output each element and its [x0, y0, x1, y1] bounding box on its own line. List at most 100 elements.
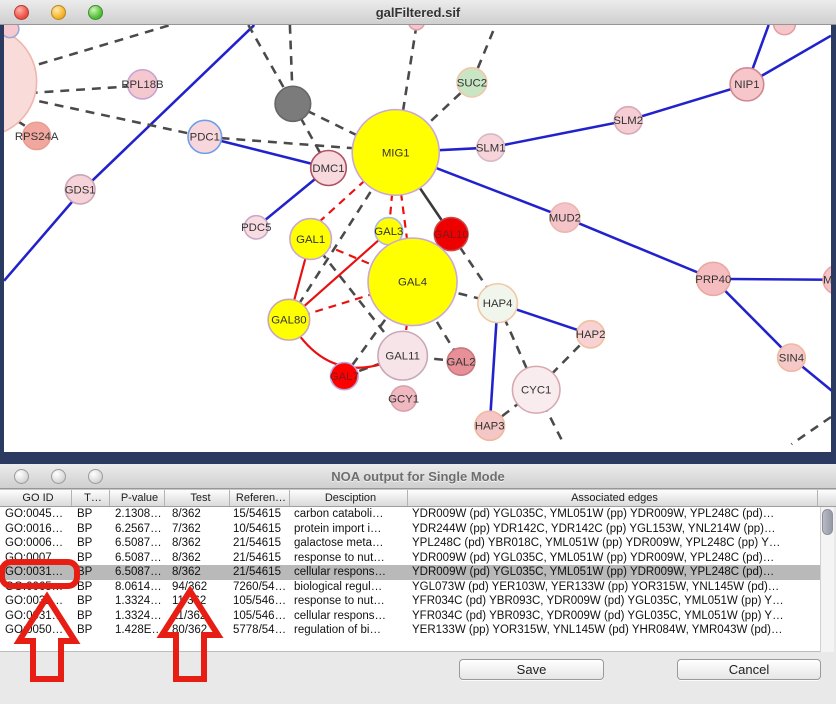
- zoom-button[interactable]: [88, 5, 103, 20]
- node-label: CYC1: [521, 385, 551, 397]
- table-row[interactable]: GO:0006…BP6.5087…8/36221/54615galactose …: [0, 536, 820, 551]
- close-button[interactable]: [14, 469, 29, 484]
- node-GAL11[interactable]: GAL11: [378, 331, 427, 380]
- node-GDS1[interactable]: GDS1: [65, 175, 96, 204]
- cell-test: 8/362: [165, 536, 230, 551]
- column-header-p-value[interactable]: P-value: [110, 490, 165, 506]
- column-header-associated-edges[interactable]: Associated edges: [408, 490, 818, 506]
- node-label: RPL18B: [121, 79, 163, 91]
- node-HAP3[interactable]: HAP3: [475, 411, 505, 440]
- node-gray-node[interactable]: [275, 86, 311, 121]
- node-SLM2[interactable]: SLM2: [613, 107, 643, 134]
- cell-description: galactose meta…: [290, 536, 408, 551]
- network-canvas[interactable]: RPL18B RPS24A GDS1 PDC1 DMC1MIG1 SUC2 SLM1 SLM2…: [0, 25, 836, 464]
- node-GAL1[interactable]: GAL1: [290, 219, 332, 260]
- table-row[interactable]: GO:0031…BP1.3324…11/362105/546…response …: [0, 594, 820, 609]
- node-GAL4[interactable]: GAL4: [368, 238, 457, 326]
- cell-test: 7/362: [165, 522, 230, 537]
- cell-go-id: GO:0031…: [0, 594, 72, 609]
- table-row[interactable]: GO:0031…BP1.3324…11/362105/546…cellular …: [0, 609, 820, 624]
- node-GAL7[interactable]: GAL7: [330, 363, 359, 390]
- save-button[interactable]: Save: [459, 659, 604, 680]
- cell-reference: 10/54615: [230, 522, 290, 537]
- node-CYC1[interactable]: CYC1: [512, 366, 559, 413]
- scrollbar-thumb[interactable]: [822, 509, 833, 535]
- node-label: GAL10: [433, 229, 468, 241]
- node-label: GDS1: [65, 184, 96, 196]
- node-label: MSL5: [823, 275, 831, 287]
- table-row[interactable]: GO:0007…BP6.5087…8/36221/54615response t…: [0, 551, 820, 566]
- node-GCY1[interactable]: GCY1: [388, 386, 419, 411]
- graph-edge[interactable]: [628, 84, 747, 120]
- node-label: SIN4: [779, 353, 804, 365]
- node-label: GAL11: [385, 351, 420, 363]
- node-top-cut-2[interactable]: [774, 25, 796, 35]
- minimize-button[interactable]: [51, 5, 66, 20]
- graph-edge[interactable]: [205, 137, 329, 168]
- graph-edge[interactable]: [491, 120, 629, 147]
- node-SUC2[interactable]: SUC2: [457, 68, 487, 97]
- node-label: PRP40: [695, 274, 731, 286]
- network-window-titlebar[interactable]: galFiltered.sif: [0, 0, 836, 25]
- cell-description: biological regul…: [290, 580, 408, 595]
- graph-edge[interactable]: [81, 25, 254, 191]
- cell-associated-edges: YFR034C (pd) YBR093C, YDR009W (pd) YGL03…: [408, 609, 818, 624]
- table-row[interactable]: GO:0045…BP2.1308…8/36215/54615carbon cat…: [0, 507, 820, 522]
- column-header-go-id[interactable]: GO ID: [0, 490, 72, 506]
- minimize-button[interactable]: [51, 469, 66, 484]
- cell-description: cellular respons…: [290, 609, 408, 624]
- node-tiny-topleft[interactable]: [4, 25, 19, 38]
- cell-associated-edges: YER133W (pp) YOR315W, YNL145W (pd) YHR08…: [408, 623, 818, 638]
- table-row[interactable]: GO:0031…BP6.5087…8/36221/54615cellular r…: [0, 565, 820, 580]
- table-row[interactable]: GO:0050…BP1.428E…80/3625778/54…regulatio…: [0, 623, 820, 638]
- cell-reference: 105/546…: [230, 609, 290, 624]
- graph-edge[interactable]: [29, 86, 131, 93]
- zoom-button[interactable]: [88, 469, 103, 484]
- graph-edge[interactable]: [4, 191, 81, 280]
- column-header-reference[interactable]: Referen…: [230, 490, 290, 506]
- cell-associated-edges: YDR009W (pd) YGL035C, YML051W (pp) YDR00…: [408, 507, 818, 522]
- cell-test: 8/362: [165, 551, 230, 566]
- node-GAL80[interactable]: GAL80: [268, 299, 310, 340]
- node-DMC1[interactable]: DMC1: [311, 150, 347, 185]
- node-PRP40[interactable]: PRP40: [695, 262, 731, 295]
- column-header-spacer: [818, 490, 836, 506]
- cell-p-value: 1.428E…: [110, 623, 165, 638]
- table-row[interactable]: GO:0065…BP8.0614…94/3627260/54…biologica…: [0, 580, 820, 595]
- node-SLM1[interactable]: SLM1: [476, 134, 506, 161]
- graph-edge[interactable]: [565, 218, 713, 279]
- column-header-test[interactable]: Test: [165, 490, 230, 506]
- node-NIP1[interactable]: NIP1: [730, 68, 764, 101]
- node-HAP2[interactable]: HAP2: [576, 321, 606, 348]
- table-scrollbar[interactable]: [820, 507, 834, 652]
- noa-window-titlebar[interactable]: NOA output for Single Mode: [0, 464, 836, 489]
- node-HAP4[interactable]: HAP4: [478, 284, 518, 323]
- graph-edge[interactable]: [402, 25, 417, 119]
- cell-p-value: 6.2567…: [110, 522, 165, 537]
- graph-edge[interactable]: [24, 25, 170, 69]
- column-header-description[interactable]: Desciption: [290, 490, 408, 506]
- cell-p-value: 6.5087…: [110, 536, 165, 551]
- node-big-left[interactable]: [4, 26, 37, 137]
- node-MSL5[interactable]: MSL5: [823, 265, 831, 294]
- table-row[interactable]: GO:0016…BP6.2567…7/36210/54615protein im…: [0, 522, 820, 537]
- column-header-type[interactable]: T…: [72, 490, 110, 506]
- cell-type: BP: [72, 522, 110, 537]
- node-MUD2[interactable]: MUD2: [549, 203, 581, 232]
- node-top-cut-1[interactable]: [409, 25, 425, 30]
- close-button[interactable]: [14, 5, 29, 20]
- node-label: MUD2: [549, 213, 581, 225]
- node-RPL18B[interactable]: RPL18B: [121, 70, 163, 99]
- cell-p-value: 6.5087…: [110, 565, 165, 580]
- node-PDC1[interactable]: PDC1: [188, 120, 222, 153]
- node-SIN4[interactable]: SIN4: [778, 344, 806, 371]
- noa-window: NOA output for Single Mode GO ID T… P-va…: [0, 464, 836, 704]
- node-GAL2[interactable]: GAL2: [446, 348, 475, 375]
- node-RPS24A[interactable]: RPS24A: [15, 122, 59, 149]
- cell-associated-edges: YFR034C (pd) YBR093C, YDR009W (pd) YGL03…: [408, 594, 818, 609]
- node-MIG1[interactable]: MIG1: [352, 110, 439, 196]
- cell-go-id: GO:0007…: [0, 551, 72, 566]
- node-label: SUC2: [457, 77, 487, 89]
- cancel-button[interactable]: Cancel: [677, 659, 821, 680]
- graph-edge[interactable]: [791, 417, 831, 444]
